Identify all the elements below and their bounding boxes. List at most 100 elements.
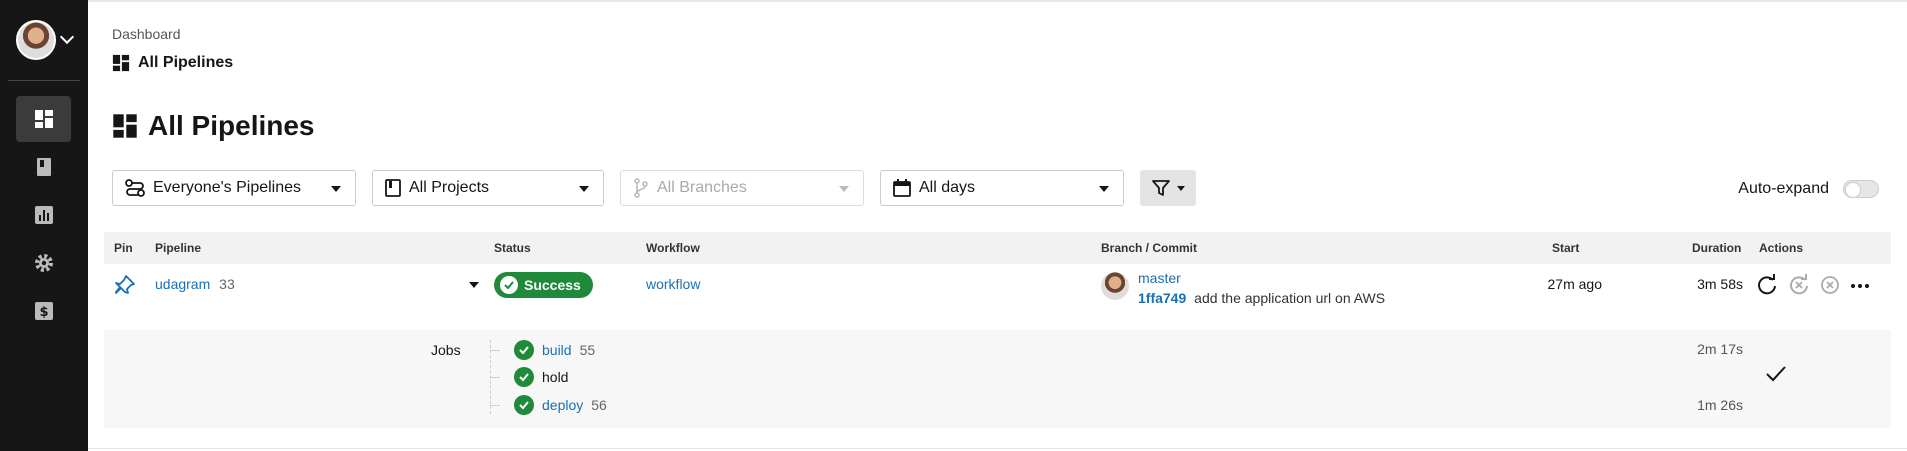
rerun-workflow-button[interactable]	[1756, 274, 1778, 296]
jobs-panel: Jobs build 55 hold deploy 56 2m 17s 1m 2…	[104, 330, 1891, 428]
sidebar-item-plan[interactable]: $	[16, 288, 71, 334]
job-number: 56	[591, 397, 607, 413]
dashboard-icon	[34, 110, 53, 128]
header-pipeline: Pipeline	[155, 241, 202, 255]
branches-filter-select[interactable]: All Branches	[620, 170, 864, 206]
projects-filter-select[interactable]: All Projects	[372, 170, 604, 206]
more-actions-button[interactable]	[1850, 276, 1870, 296]
job-number: 55	[579, 342, 596, 358]
sidebar-item-insights[interactable]	[16, 192, 71, 238]
days-filter-select[interactable]: All days	[880, 170, 1124, 206]
header-branch-commit: Branch / Commit	[1101, 241, 1198, 255]
job-name: hold	[542, 369, 569, 385]
job-item-hold: hold	[514, 367, 568, 387]
sidebar-item-settings[interactable]	[16, 240, 71, 286]
job-tree-tick	[490, 350, 500, 351]
job-tree-tick	[490, 377, 500, 378]
expand-row-button[interactable]	[469, 282, 479, 288]
calendar-icon	[893, 179, 911, 197]
branch-icon	[634, 178, 648, 198]
page-title: All Pipelines	[112, 110, 315, 142]
rerun-failed-button[interactable]	[1788, 274, 1810, 296]
job-item-deploy: deploy 56	[514, 395, 607, 415]
avatar	[16, 20, 56, 60]
pipeline-number: 33	[219, 276, 235, 292]
header-start: Start	[1552, 241, 1580, 255]
job-tree-tick	[490, 405, 500, 406]
caret-down-icon	[1099, 186, 1109, 192]
caret-down-icon	[331, 186, 341, 192]
start-time: 27m ago	[1547, 276, 1602, 292]
sidebar: $	[0, 0, 88, 451]
check-circle-icon	[514, 367, 534, 387]
caret-down-icon	[469, 282, 479, 288]
user-menu[interactable]	[16, 20, 75, 60]
approve-hold-button[interactable]	[1765, 364, 1787, 384]
pin-button[interactable]	[114, 274, 136, 296]
header-duration: Duration	[1692, 241, 1742, 255]
status-badge-label: Success	[524, 277, 581, 293]
sidebar-divider	[8, 80, 80, 81]
breadcrumb-current: All Pipelines	[112, 54, 233, 72]
days-filter-value: All days	[919, 179, 976, 196]
advanced-filter-button[interactable]	[1140, 170, 1196, 206]
page-title-text: All Pipelines	[148, 110, 315, 141]
job-name-link[interactable]: build	[542, 342, 572, 358]
billing-dollar-icon: $	[34, 302, 53, 320]
sidebar-item-projects[interactable]	[16, 144, 71, 190]
chevron-down-icon	[59, 29, 75, 45]
sidebar-item-dashboard[interactable]	[16, 96, 71, 142]
insights-chart-icon	[34, 206, 53, 224]
commit-message: add the application url on AWS	[1194, 290, 1386, 306]
commit-author-avatar	[1101, 272, 1129, 300]
job-name-link[interactable]: deploy	[542, 397, 583, 413]
pin-icon	[115, 275, 135, 294]
caret-down-icon	[1177, 185, 1185, 191]
book-icon	[36, 158, 51, 176]
more-horizontal-icon	[1851, 284, 1869, 288]
status-cell: Success	[494, 272, 593, 298]
commit-hash-link[interactable]: 1ffa749	[1138, 290, 1186, 306]
breadcrumb-current-label: All Pipelines	[138, 54, 234, 71]
pipeline-name-link[interactable]: udagram	[155, 276, 210, 292]
funnel-icon	[1152, 180, 1170, 196]
cancel-circle-icon	[1821, 276, 1839, 294]
check-circle-icon	[514, 340, 534, 360]
auto-expand-toggle[interactable]	[1843, 180, 1879, 198]
checkmark-icon	[1766, 366, 1786, 382]
book-icon	[385, 179, 401, 197]
workflow-link[interactable]: workflow	[646, 276, 700, 292]
header-pin: Pin	[114, 241, 133, 255]
caret-down-icon	[579, 186, 589, 192]
refresh-failed-icon	[1790, 274, 1808, 295]
filter-bar: Everyone's Pipelines All Projects All Br…	[112, 170, 1196, 206]
pipeline-cell: udagram 33	[155, 276, 235, 292]
branches-filter-value: All Branches	[657, 179, 747, 196]
check-circle-icon	[514, 395, 534, 415]
table-row: udagram 33 Success workflow master 1ffa7…	[104, 264, 1891, 330]
job-duration: 2m 17s	[1697, 341, 1743, 357]
header-status: Status	[494, 241, 531, 255]
pipelines-icon	[125, 179, 145, 197]
branch-link[interactable]: master	[1138, 270, 1385, 286]
projects-filter-value: All Projects	[409, 179, 490, 196]
job-item-build: build 55	[514, 340, 595, 360]
breadcrumb-dashboard-link[interactable]: Dashboard	[112, 26, 181, 42]
status-badge[interactable]: Success	[494, 272, 593, 298]
pipelines-filter-select[interactable]: Everyone's Pipelines	[112, 170, 356, 206]
divider	[88, 448, 1907, 449]
svg-text:$: $	[39, 305, 48, 320]
dashboard-icon	[113, 114, 137, 138]
header-workflow: Workflow	[646, 241, 700, 255]
refresh-icon	[1758, 274, 1776, 295]
cancel-workflow-button[interactable]	[1820, 275, 1840, 295]
job-duration: 1m 26s	[1697, 397, 1743, 413]
caret-down-icon	[839, 186, 849, 192]
dashboard-icon	[112, 54, 130, 72]
check-circle-icon	[500, 276, 518, 294]
table-header: Pin Pipeline Status Workflow Branch / Co…	[104, 232, 1891, 264]
duration: 3m 58s	[1697, 276, 1743, 292]
settings-gear-icon	[34, 254, 53, 272]
header-actions: Actions	[1759, 241, 1804, 255]
jobs-label: Jobs	[431, 342, 461, 358]
